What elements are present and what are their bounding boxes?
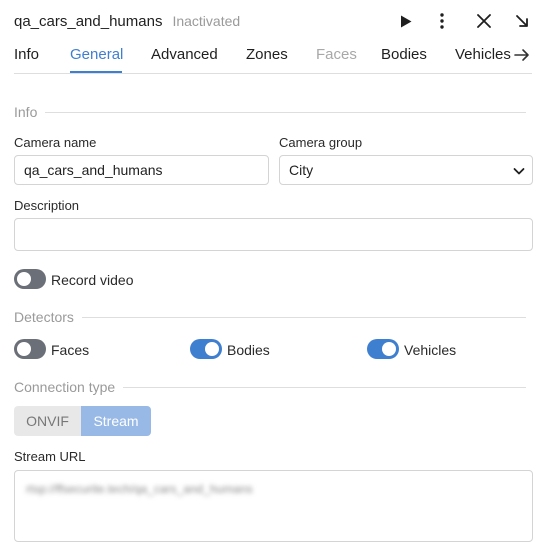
play-icon[interactable] (395, 10, 417, 32)
divider (45, 111, 526, 113)
divider (81, 316, 526, 318)
record-video-label: Record video (51, 272, 134, 288)
tab-general[interactable]: General (70, 46, 123, 63)
section-detectors: Detectors (14, 309, 526, 325)
connection-stream-button[interactable]: Stream (81, 406, 151, 436)
tab-zones[interactable]: Zones (246, 46, 288, 63)
record-video-toggle[interactable] (14, 269, 46, 289)
description-field[interactable] (14, 218, 533, 251)
tab-info[interactable]: Info (14, 46, 39, 63)
camera-name-value: qa_cars_and_humans (24, 162, 163, 178)
tab-bodies[interactable]: Bodies (381, 46, 427, 63)
scroll-right-arrow-icon[interactable] (514, 47, 530, 63)
camera-group-select[interactable]: City (279, 155, 533, 185)
vehicles-detector-toggle[interactable] (367, 339, 399, 359)
faces-detector-toggle[interactable] (14, 339, 46, 359)
stream-url-field[interactable]: rtsp://ffsecurite.tech/qa_cars_and_human… (14, 470, 533, 542)
camera-title: qa_cars_and_humans (14, 12, 163, 30)
section-detectors-title: Detectors (14, 309, 74, 325)
tab-advanced[interactable]: Advanced (151, 46, 218, 63)
faces-detector-label: Faces (51, 342, 90, 358)
connection-onvif-button[interactable]: ONVIF (14, 406, 81, 436)
section-connection-type: Connection type (14, 379, 526, 395)
camera-name-label: Camera name (14, 135, 97, 150)
tab-vehicles[interactable]: Vehicles (455, 46, 511, 63)
tab-bar: Info General Advanced Zones Faces Bodies… (14, 44, 532, 74)
more-vertical-icon[interactable] (431, 10, 453, 32)
active-tab-indicator (70, 71, 122, 73)
chevron-down-icon (513, 168, 525, 175)
toggle-knob (205, 342, 219, 356)
description-label: Description (14, 198, 80, 213)
toggle-knob (17, 342, 31, 356)
divider (123, 386, 526, 388)
stream-url-value: rtsp://ffsecurite.tech/qa_cars_and_human… (26, 482, 253, 496)
bodies-detector-label: Bodies (227, 342, 270, 358)
vehicles-detector-label: Vehicles (404, 342, 457, 358)
section-connection-title: Connection type (14, 379, 116, 395)
section-info-title: Info (14, 104, 38, 120)
header-actions (381, 10, 533, 32)
tab-faces: Faces (316, 46, 357, 63)
camera-name-field[interactable]: qa_cars_and_humans (14, 155, 269, 185)
toggle-knob (17, 272, 31, 286)
collapse-icon[interactable] (511, 10, 533, 32)
camera-status: Inactivated (172, 13, 241, 29)
connection-type-switch: ONVIF Stream (14, 406, 151, 436)
toggle-knob (382, 342, 396, 356)
camera-group-label: Camera group (279, 135, 363, 150)
bodies-detector-toggle[interactable] (190, 339, 222, 359)
camera-group-value: City (289, 162, 314, 178)
section-info: Info (14, 104, 526, 120)
panel-header: qa_cars_and_humans Inactivated (14, 10, 533, 32)
stream-url-label: Stream URL (14, 449, 86, 464)
close-icon[interactable] (473, 10, 495, 32)
